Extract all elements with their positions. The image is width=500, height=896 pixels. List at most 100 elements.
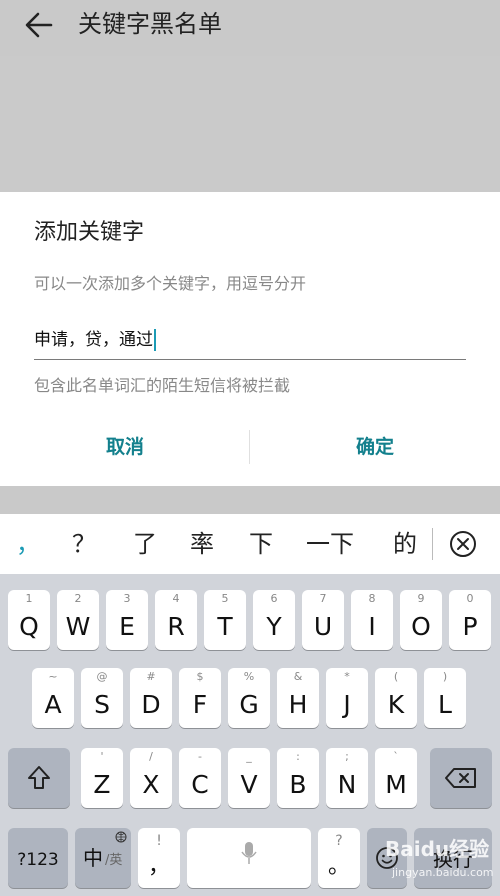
key-s[interactable]: @ S bbox=[81, 668, 123, 728]
confirm-button[interactable]: 确定 bbox=[250, 430, 500, 470]
key-label: ， bbox=[147, 854, 170, 879]
keyword-input[interactable]: 申请，贷，通过 bbox=[34, 326, 466, 360]
key-g[interactable]: % G bbox=[228, 668, 270, 728]
language-switch-key[interactable]: 中 /英 bbox=[75, 828, 131, 888]
candidate-item[interactable]: ， bbox=[16, 526, 40, 562]
key-label: E bbox=[119, 612, 135, 641]
key-label: U bbox=[313, 612, 333, 641]
key-sub-label: % bbox=[243, 670, 255, 683]
candidate-bar: ， ？ 了 率 下 一下 的 bbox=[0, 514, 500, 574]
key-label: N bbox=[337, 770, 357, 799]
dimmed-backdrop bbox=[0, 56, 500, 192]
key-w[interactable]: 2W bbox=[57, 590, 99, 650]
dialog-hint: 可以一次添加多个关键字，用逗号分开 bbox=[34, 274, 307, 293]
key-a[interactable]: ~ A bbox=[32, 668, 74, 728]
globe-icon bbox=[115, 831, 127, 843]
key-sub-label: 9 bbox=[417, 592, 425, 605]
key-label: X bbox=[142, 770, 160, 799]
key-sub-label: 0 bbox=[466, 592, 474, 605]
key-k[interactable]: (K bbox=[375, 668, 417, 728]
key-sub-label: - bbox=[198, 750, 202, 763]
key-sub-label: # bbox=[146, 670, 156, 683]
space-key[interactable] bbox=[187, 828, 311, 888]
key-sub-label: ( bbox=[393, 670, 399, 683]
key-sub-label: 1 bbox=[25, 592, 33, 605]
microphone-icon bbox=[241, 842, 257, 864]
key-sub-label: 5 bbox=[221, 592, 229, 605]
candidate-item[interactable]: 了 bbox=[133, 526, 157, 562]
key-z[interactable]: ' Z bbox=[81, 748, 123, 808]
arrow-left-icon[interactable] bbox=[24, 10, 54, 40]
key-i[interactable]: 8I bbox=[351, 590, 393, 650]
key-sub-label: 4 bbox=[172, 592, 180, 605]
key-label: S bbox=[94, 690, 110, 719]
keyword-input-value: 申请，贷，通过 bbox=[34, 330, 153, 350]
key-sub-label: ' bbox=[100, 750, 104, 763]
comma-key[interactable]: ! ， bbox=[138, 828, 180, 888]
period-key[interactable]: ? 。 bbox=[318, 828, 360, 888]
number-mode-key[interactable]: ?123 bbox=[8, 828, 68, 888]
key-j[interactable]: * J bbox=[326, 668, 368, 728]
key-label: 中 bbox=[83, 846, 103, 870]
key-label: Z bbox=[93, 770, 111, 799]
key-label: M bbox=[385, 770, 407, 799]
key-sub-label: 8 bbox=[368, 592, 376, 605]
key-label: C bbox=[191, 770, 209, 799]
key-sub-label: ! bbox=[156, 833, 162, 849]
key-sub-label: : bbox=[296, 750, 300, 763]
key-b[interactable]: :B bbox=[277, 748, 319, 808]
key-x[interactable]: / X bbox=[130, 748, 172, 808]
key-l[interactable]: ) L bbox=[424, 668, 466, 728]
key-n[interactable]: ; N bbox=[326, 748, 368, 808]
add-keyword-dialog: 添加关键字 可以一次添加多个关键字，用逗号分开 申请，贷，通过 包含此名单词汇的… bbox=[0, 192, 500, 486]
key-label: B bbox=[289, 770, 307, 799]
key-f[interactable]: $ F bbox=[179, 668, 221, 728]
key-sub-label: ? bbox=[335, 833, 343, 849]
key-label: P bbox=[462, 612, 478, 641]
key-label: Q bbox=[19, 612, 39, 641]
key-label: 。 bbox=[327, 854, 350, 879]
candidate-divider bbox=[432, 528, 433, 560]
dimmed-backdrop-bottom bbox=[0, 486, 500, 514]
key-c[interactable]: -C bbox=[179, 748, 221, 808]
text-caret bbox=[154, 329, 156, 351]
key-m[interactable]: ` M bbox=[375, 748, 417, 808]
dialog-note: 包含此名单词汇的陌生短信将被拦截 bbox=[34, 376, 291, 395]
key-sub-label: ~ bbox=[48, 670, 58, 683]
key-label: G bbox=[239, 690, 259, 719]
key-label: ?123 bbox=[17, 850, 59, 870]
candidate-item[interactable]: 一下 bbox=[306, 526, 354, 562]
key-label: H bbox=[288, 690, 308, 719]
key-v[interactable]: _ V bbox=[228, 748, 270, 808]
key-e[interactable]: 3E bbox=[106, 590, 148, 650]
candidate-item[interactable]: ？ bbox=[72, 526, 96, 562]
key-r[interactable]: 4R bbox=[155, 590, 197, 650]
key-p[interactable]: 0P bbox=[449, 590, 491, 650]
candidate-item[interactable]: 率 bbox=[190, 526, 214, 562]
key-o[interactable]: 9O bbox=[400, 590, 442, 650]
candidate-item[interactable]: 下 bbox=[249, 526, 273, 562]
key-label: O bbox=[411, 612, 431, 641]
key-sub-label: $ bbox=[196, 670, 204, 683]
watermark-url: jingyan.baidu.com bbox=[392, 866, 494, 879]
key-u[interactable]: 7U bbox=[302, 590, 344, 650]
key-sub-label: ) bbox=[442, 670, 448, 683]
key-sub-label: ; bbox=[345, 750, 349, 763]
candidate-item[interactable]: 的 bbox=[393, 526, 417, 562]
key-d[interactable]: # D bbox=[130, 668, 172, 728]
key-t[interactable]: 5T bbox=[204, 590, 246, 650]
key-y[interactable]: 6Y bbox=[253, 590, 295, 650]
key-q[interactable]: 1Q bbox=[8, 590, 50, 650]
circle-x-icon[interactable] bbox=[447, 528, 479, 560]
key-sub-label: ` bbox=[393, 750, 399, 763]
key-label: J bbox=[343, 690, 351, 719]
key-label: F bbox=[192, 690, 208, 719]
cancel-button[interactable]: 取消 bbox=[0, 430, 250, 470]
key-label: T bbox=[217, 612, 233, 641]
key-sub-label: 3 bbox=[123, 592, 131, 605]
shift-key[interactable] bbox=[8, 748, 70, 808]
backspace-key[interactable] bbox=[430, 748, 492, 808]
key-h[interactable]: & H bbox=[277, 668, 319, 728]
watermark-logo: Baidu经验 bbox=[385, 837, 490, 861]
key-sub-label: & bbox=[293, 670, 303, 683]
